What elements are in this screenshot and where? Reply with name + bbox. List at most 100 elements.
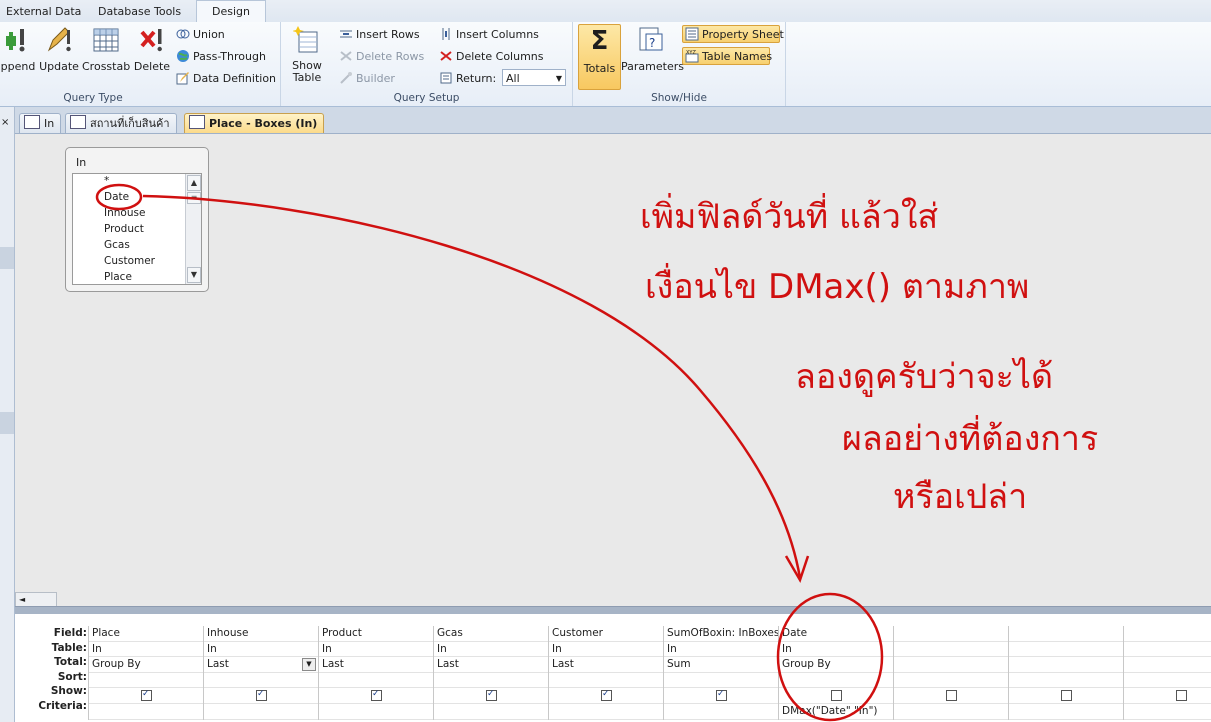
grid-cell-field[interactable]: Place [89,626,203,642]
grid-cell-field[interactable]: Gcas [434,626,548,642]
show-checkbox[interactable] [601,688,612,702]
tab-external-data[interactable]: External Data [2,2,85,21]
grid-cell-total[interactable] [894,657,1008,673]
grid-cell-sort[interactable] [434,673,548,689]
tab-database-tools[interactable]: Database Tools [94,2,185,21]
grid-cell-sort[interactable] [89,673,203,689]
chevron-down-icon[interactable]: ▼ [302,658,316,672]
grid-cell-field[interactable] [1009,626,1123,642]
show-checkbox[interactable] [946,690,957,702]
grid-cell-sort[interactable] [779,673,893,689]
grid-cell-show[interactable] [1124,688,1211,704]
grid-cell-field[interactable] [1124,626,1211,642]
show-checkbox[interactable] [716,688,727,702]
union-button[interactable]: Union [176,26,225,44]
grid-cell-field[interactable]: Date [779,626,893,642]
grid-cell-table[interactable]: In [779,642,893,658]
field-list-scrollbar[interactable]: ▲ ≡ ▼ [185,174,201,284]
scroll-down-icon[interactable]: ▼ [187,267,201,283]
grid-cell-show[interactable] [319,688,433,704]
scroll-up-icon[interactable]: ▲ [187,175,201,191]
grid-cell-total[interactable]: Group By [89,657,203,673]
update-button[interactable]: Update [38,26,80,73]
scroll-left-icon[interactable]: ◄ [19,593,25,607]
pass-through-button[interactable]: Pass-Through [176,48,266,66]
grid-cell-sort[interactable] [1124,673,1211,689]
table-names-button[interactable]: XYZ Table Names [682,47,772,65]
grid-cell-table[interactable]: In [664,642,778,658]
insert-columns-button[interactable]: Insert Columns [439,26,539,44]
field-item-star[interactable]: * [104,174,109,189]
doc-tab-place-boxes[interactable]: Place - Boxes (In) [184,113,325,134]
grid-cell-total[interactable]: Last [319,657,433,673]
close-icon[interactable]: × [1,117,9,128]
field-item-customer[interactable]: Customer [104,253,155,269]
grid-cell-criteria[interactable] [89,704,203,720]
show-checkbox[interactable] [256,688,267,702]
grid-cell-total[interactable]: Sum [664,657,778,673]
builder-button[interactable]: Builder [339,70,395,88]
field-item-inhouse[interactable]: Inhouse [104,205,145,221]
grid-cell-show[interactable] [549,688,663,704]
navigation-pane-collapsed[interactable]: × [0,107,15,722]
grid-cell-criteria[interactable] [894,704,1008,720]
grid-cell-field[interactable]: Product [319,626,433,642]
field-item-place[interactable]: Place [104,269,132,284]
grid-cell-show[interactable] [664,688,778,704]
grid-cell-criteria[interactable] [204,704,318,720]
grid-cell-sort[interactable] [894,673,1008,689]
grid-cell-table[interactable]: In [89,642,203,658]
grid-cell-show[interactable] [894,688,1008,704]
grid-cell-total[interactable]: Last ▼ [204,657,318,673]
show-checkbox[interactable] [1176,690,1187,702]
grid-cell-criteria[interactable] [664,704,778,720]
grid-cell-sort[interactable] [204,673,318,689]
grid-cell-sort[interactable] [664,673,778,689]
grid-cell-table[interactable]: In [204,642,318,658]
grid-cell-show[interactable] [779,688,893,704]
scroll-thumb[interactable]: ≡ [187,192,201,204]
grid-cell-sort[interactable] [319,673,433,689]
grid-cell-criteria[interactable] [549,704,663,720]
delete-rows-button[interactable]: Delete Rows [339,48,424,66]
grid-cell-show[interactable] [204,688,318,704]
grid-cell-criteria[interactable] [319,704,433,720]
show-checkbox[interactable] [831,690,842,702]
parameters-button[interactable]: ? Parameters [621,26,684,73]
property-sheet-button[interactable]: Property Sheet [682,25,784,43]
grid-cell-field[interactable]: Inhouse [204,626,318,642]
grid-cell-criteria[interactable] [434,704,548,720]
delete-button[interactable]: Delete [132,26,172,73]
grid-cell-table[interactable] [1124,642,1211,658]
doc-tab-storage-place[interactable]: สถานที่เก็บสินค้า [65,113,177,134]
totals-button[interactable]: Σ Totals [578,24,621,90]
data-definition-button[interactable]: Data Definition [176,70,276,88]
query-design-area[interactable]: In * Date Inhouse Product Gcas Customer … [15,133,1211,607]
grid-cell-table[interactable]: In [549,642,663,658]
grid-cell-total[interactable] [1009,657,1123,673]
grid-cell-field[interactable] [894,626,1008,642]
field-item-product[interactable]: Product [104,221,144,237]
insert-rows-button[interactable]: Insert Rows [339,26,420,44]
show-checkbox[interactable] [371,688,382,702]
grid-cell-show[interactable] [89,688,203,704]
show-checkbox[interactable] [141,688,152,702]
grid-cell-criteria[interactable] [1009,704,1123,720]
grid-cell-criteria[interactable] [1124,704,1211,720]
field-item-date[interactable]: Date [104,189,129,205]
grid-cell-total[interactable] [1124,657,1211,673]
grid-cell-table[interactable] [894,642,1008,658]
grid-cell-sort[interactable] [549,673,663,689]
tab-design[interactable]: Design [196,0,266,23]
doc-tab-in[interactable]: In [19,113,62,134]
grid-cell-total[interactable]: Group By [779,657,893,673]
grid-cell-table[interactable]: In [434,642,548,658]
grid-cell-field[interactable]: Customer [549,626,663,642]
grid-cell-total[interactable]: Last [549,657,663,673]
show-table-button[interactable]: Show Table [289,26,325,84]
return-select[interactable]: All ▼ [502,69,566,86]
grid-cell-table[interactable] [1009,642,1123,658]
table-in-fieldlist[interactable]: In * Date Inhouse Product Gcas Customer … [65,147,209,292]
show-checkbox[interactable] [1061,690,1072,702]
grid-cell-total[interactable]: Last [434,657,548,673]
